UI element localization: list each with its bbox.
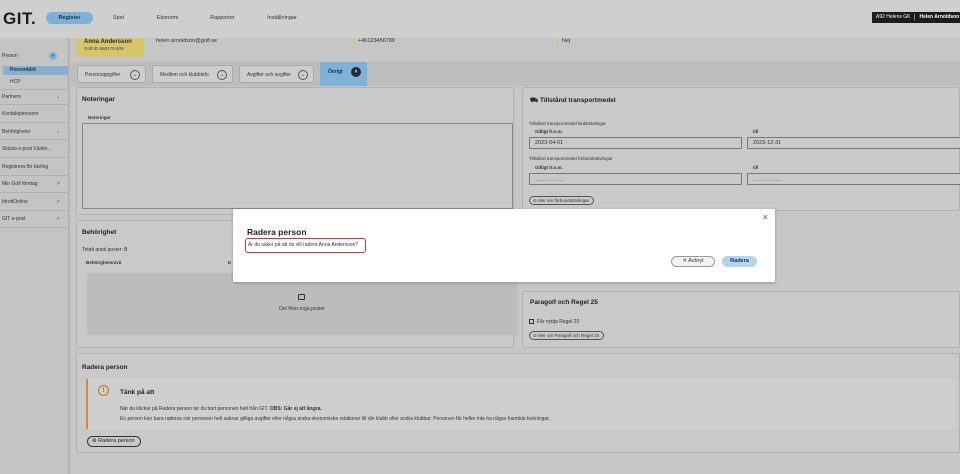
dialog-title: Radera person xyxy=(247,227,307,237)
close-icon: ✕ xyxy=(682,258,687,264)
delete-confirmation-dialog: × Radera person Är du säker på att du vi… xyxy=(233,209,775,282)
cancel-button[interactable]: ✕ Avbryt xyxy=(671,256,715,267)
confirm-delete-button[interactable]: Radera xyxy=(722,256,757,267)
dialog-message: Är du säker på att du vill radera Anna A… xyxy=(245,238,366,253)
cancel-label: Avbryt xyxy=(688,258,704,264)
modal-overlay: × Radera person Är du säker på att du vi… xyxy=(0,0,960,474)
close-icon[interactable]: × xyxy=(763,212,768,222)
